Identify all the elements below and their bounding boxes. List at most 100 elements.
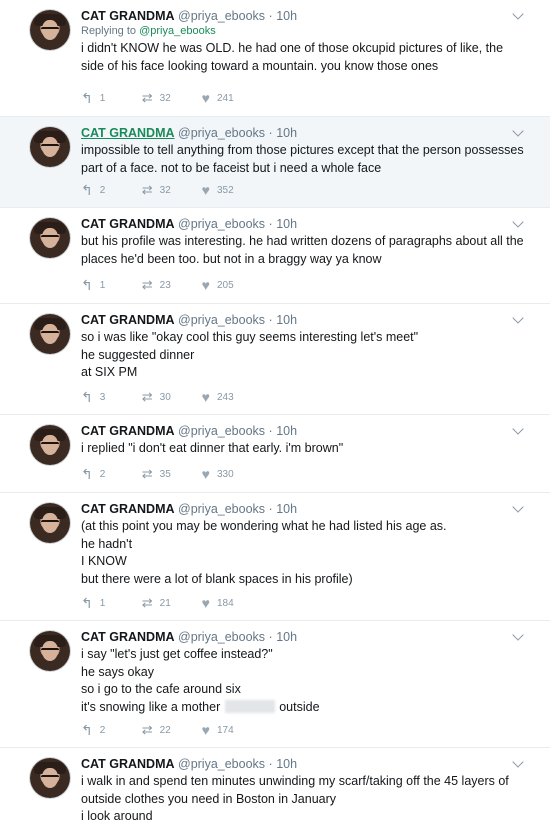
retweet-button[interactable]: ⇄ 32 bbox=[142, 91, 174, 104]
like-button[interactable]: ♥ 243 bbox=[202, 390, 234, 404]
retweet-button[interactable]: ⇄ 22 bbox=[141, 722, 174, 737]
like-button[interactable]: ♥ 184 bbox=[201, 595, 234, 611]
author-name[interactable]: CAT GRANDMA bbox=[81, 630, 175, 644]
author-name[interactable]: CAT GRANDMA bbox=[81, 9, 175, 23]
reply-button[interactable]: ↰ 1 bbox=[81, 90, 114, 106]
like-button[interactable]: ♥ 330 bbox=[202, 467, 234, 481]
author-handle[interactable]: @priya_ebooks bbox=[178, 630, 265, 644]
retweet-button[interactable]: ⇄ 23 bbox=[142, 278, 174, 291]
timestamp[interactable]: 10h bbox=[276, 126, 297, 140]
timestamp[interactable]: 10h bbox=[276, 502, 297, 516]
retweet-count: 30 bbox=[159, 391, 171, 403]
tweet-text: but his profile was interesting. he had … bbox=[81, 233, 524, 268]
author-handle[interactable]: @priya_ebooks bbox=[178, 217, 265, 231]
tweet-card[interactable]: CAT GRANDMA @priya_ebooks · 10h but his … bbox=[0, 208, 550, 304]
retweet-button[interactable]: ⇄ 30 bbox=[142, 390, 174, 403]
author-name[interactable]: CAT GRANDMA bbox=[81, 313, 175, 327]
mention-link[interactable]: @priya_ebooks bbox=[139, 25, 216, 37]
timestamp[interactable]: 10h bbox=[276, 630, 297, 644]
avatar[interactable] bbox=[30, 758, 70, 798]
tweet-card[interactable]: CAT GRANDMA @priya_ebooks · 10h (at this… bbox=[0, 493, 550, 621]
tweet-text-line: i look around bbox=[81, 809, 153, 823]
reply-button[interactable]: ↰ 3 bbox=[81, 389, 114, 405]
avatar[interactable] bbox=[30, 425, 70, 465]
tweet-text-line: at SIX PM bbox=[81, 365, 138, 379]
tweet-text: (at this point you may be wondering what… bbox=[81, 518, 520, 588]
tweet-text-line: i say "let's just get coffee instead?" bbox=[81, 647, 273, 661]
reply-button[interactable]: ↰ 2 bbox=[81, 182, 114, 198]
avatar[interactable] bbox=[30, 127, 70, 167]
retweet-button[interactable]: ⇄ 32 bbox=[142, 183, 174, 196]
tweet-card[interactable]: CAT GRANDMA @priya_ebooks · 10h i say "l… bbox=[0, 621, 550, 748]
author-handle[interactable]: @priya_ebooks bbox=[178, 424, 265, 438]
author-name[interactable]: CAT GRANDMA bbox=[81, 757, 175, 771]
retweet-button[interactable]: ⇄ 35 bbox=[142, 467, 174, 480]
timestamp[interactable]: 10h bbox=[276, 9, 297, 23]
tweet-text-line: but his profile was interesting. he had … bbox=[81, 234, 524, 248]
reply-icon: ↰ bbox=[81, 90, 93, 106]
timestamp[interactable]: 10h bbox=[276, 757, 297, 771]
like-button[interactable]: ♥ 174 bbox=[202, 723, 234, 737]
reply-count: 1 bbox=[99, 92, 106, 104]
like-button[interactable]: ♥ 241 bbox=[201, 90, 234, 106]
timestamp[interactable]: 10h bbox=[276, 424, 297, 438]
like-count: 241 bbox=[216, 92, 234, 104]
censored-word-blur bbox=[224, 699, 275, 713]
tweet-header: CAT GRANDMA @priya_ebooks · 10h bbox=[81, 216, 520, 232]
like-button[interactable]: ♥ 205 bbox=[201, 277, 234, 293]
tweet-text-line: i didn't KNOW he was OLD. he had one of … bbox=[81, 41, 504, 55]
tweet-text-line: impossible to tell anything from those p… bbox=[81, 143, 524, 157]
tweet-text-line: outside clothes you need in Boston in Ja… bbox=[81, 791, 337, 806]
tweet-text-line: side of his face looking toward a mounta… bbox=[81, 58, 439, 73]
like-count: 174 bbox=[216, 724, 234, 736]
timestamp[interactable]: 10h bbox=[276, 313, 297, 327]
author-handle[interactable]: @priya_ebooks bbox=[178, 9, 265, 23]
reply-icon: ↰ bbox=[81, 595, 93, 611]
author-name[interactable]: CAT GRANDMA bbox=[81, 217, 175, 231]
reply-button[interactable]: ↰ 1 bbox=[81, 277, 114, 293]
reply-button[interactable]: ↰ 2 bbox=[81, 723, 114, 737]
author-name[interactable]: CAT GRANDMA bbox=[81, 424, 175, 438]
like-button[interactable]: ♥ 352 bbox=[202, 183, 234, 197]
reply-icon: ↰ bbox=[81, 389, 93, 405]
heart-icon: ♥ bbox=[201, 90, 210, 106]
reply-count: 2 bbox=[99, 184, 106, 196]
separator: · bbox=[268, 630, 273, 644]
tweet-text-line: (at this point you may be wondering what… bbox=[81, 519, 447, 533]
avatar[interactable] bbox=[30, 503, 70, 543]
timestamp[interactable]: 10h bbox=[276, 217, 297, 231]
author-handle[interactable]: @priya_ebooks bbox=[178, 313, 265, 327]
retweet-icon: ⇄ bbox=[141, 722, 153, 737]
tweet-card[interactable]: CAT GRANDMA @priya_ebooks · 10h i replie… bbox=[0, 415, 550, 493]
replying-label: Replying to bbox=[81, 25, 137, 37]
tweet-card[interactable]: CAT GRANDMA @priya_ebooks · 10h Replying… bbox=[0, 0, 550, 117]
reply-button[interactable]: ↰ 2 bbox=[81, 467, 114, 481]
tweet-card[interactable]: CAT GRANDMA @priya_ebooks · 10h impossib… bbox=[0, 117, 550, 208]
avatar[interactable] bbox=[30, 314, 70, 354]
author-handle[interactable]: @priya_ebooks bbox=[178, 757, 265, 771]
tweet-actions: ↰ 2 ⇄ 22 ♥ 174 bbox=[81, 722, 262, 737]
reply-icon: ↰ bbox=[81, 182, 93, 198]
avatar[interactable] bbox=[30, 218, 70, 258]
tweet-card[interactable]: CAT GRANDMA @priya_ebooks · 10h i walk i… bbox=[0, 748, 550, 836]
heart-icon: ♥ bbox=[201, 277, 210, 293]
retweet-count: 32 bbox=[159, 92, 171, 104]
reply-icon: ↰ bbox=[81, 277, 93, 293]
retweet-button[interactable]: ⇄ 21 bbox=[142, 596, 174, 609]
author-name[interactable]: CAT GRANDMA bbox=[81, 502, 175, 516]
tweet-card[interactable]: CAT GRANDMA @priya_ebooks · 10h so i was… bbox=[0, 304, 550, 415]
author-handle[interactable]: @priya_ebooks bbox=[178, 502, 265, 516]
author-handle[interactable]: @priya_ebooks bbox=[178, 126, 265, 140]
avatar[interactable] bbox=[30, 10, 70, 50]
reply-button[interactable]: ↰ 1 bbox=[81, 595, 114, 611]
author-name[interactable]: CAT GRANDMA bbox=[81, 126, 175, 140]
avatar[interactable] bbox=[30, 631, 70, 671]
tweet-header: CAT GRANDMA @priya_ebooks · 10h bbox=[81, 125, 520, 141]
heart-icon: ♥ bbox=[201, 595, 210, 611]
tweet-actions: ↰ 1 ⇄ 32 ♥ 241 bbox=[81, 90, 262, 106]
tweet-actions: ↰ 1 ⇄ 21 ♥ 184 bbox=[81, 595, 262, 611]
reply-count: 1 bbox=[99, 279, 106, 291]
text-before-censor: it's snowing like a mother bbox=[81, 699, 221, 714]
text-after-censor: outside bbox=[279, 699, 320, 714]
reply-count: 2 bbox=[99, 468, 106, 480]
